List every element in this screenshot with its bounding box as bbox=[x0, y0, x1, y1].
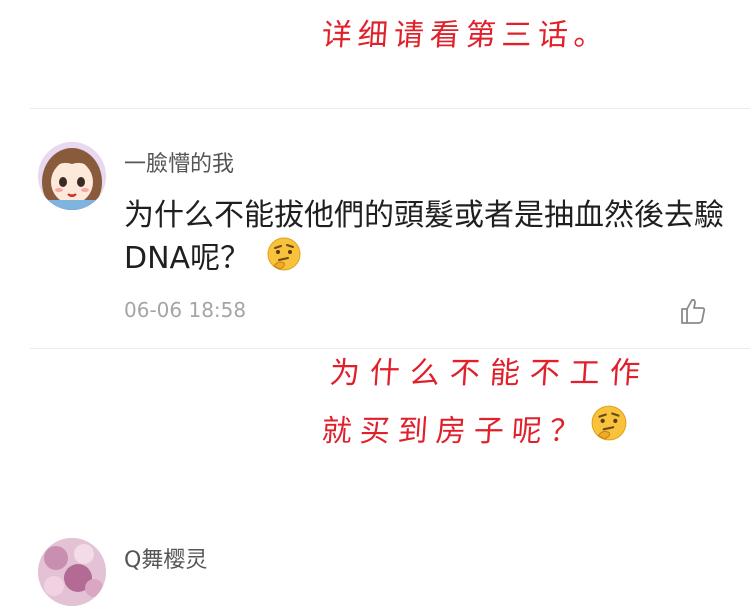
thinking-face-emoji-icon bbox=[590, 404, 628, 446]
comment-username[interactable]: Q舞樱灵 bbox=[124, 542, 207, 574]
like-button[interactable] bbox=[678, 296, 708, 326]
divider bbox=[30, 108, 750, 109]
handwritten-annotation-middle-line2: 就买到房子呢？ bbox=[320, 414, 589, 449]
comment-timestamp: 06-06 18:58 bbox=[124, 298, 247, 322]
thinking-face-emoji-icon bbox=[266, 236, 302, 283]
avatar[interactable] bbox=[38, 538, 106, 606]
handwritten-annotation-middle-line1: 为什么不能不工作 bbox=[328, 356, 651, 391]
comment-text: 为什么不能拔他們的頭髮或者是抽血然後去驗DNA呢？ bbox=[124, 198, 724, 276]
avatar-image-anime-girl bbox=[38, 142, 106, 210]
comment-text-container: 为什么不能拔他們的頭髮或者是抽血然後去驗DNA呢？ bbox=[124, 196, 724, 283]
avatar-image-flowers bbox=[38, 538, 106, 606]
comment-username[interactable]: 一臉懵的我 bbox=[124, 146, 234, 178]
handwritten-annotation-top: 详细请看第三话。 bbox=[320, 18, 611, 53]
avatar[interactable] bbox=[38, 142, 106, 210]
thumbs-up-icon bbox=[681, 298, 706, 324]
